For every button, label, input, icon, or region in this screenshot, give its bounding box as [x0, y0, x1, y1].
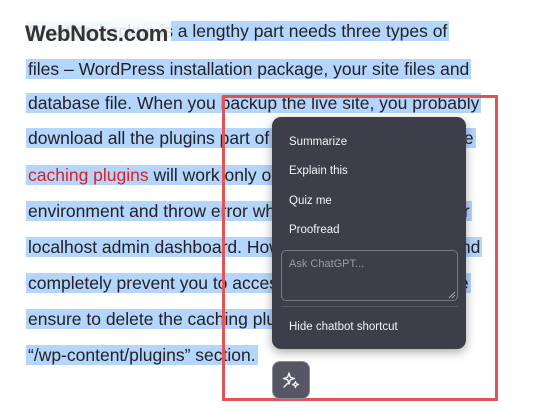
menu-divider: [281, 306, 458, 307]
chatbot-shortcut-button[interactable]: [272, 361, 310, 399]
menu-item-hide-chatbot-shortcut[interactable]: Hide chatbot shortcut: [289, 320, 398, 334]
ask-chatgpt-input[interactable]: [281, 250, 458, 301]
menu-item-quiz-me[interactable]: Quiz me: [289, 194, 332, 208]
menu-item-proofread[interactable]: Proofread: [289, 223, 340, 237]
sparkle-icon: [282, 372, 300, 389]
webnots-logo: WebNots.com: [22, 20, 171, 48]
menu-item-summarize[interactable]: Summarize: [289, 135, 347, 149]
chatgpt-context-menu: Summarize Explain this Quiz me Proofread…: [272, 117, 466, 349]
article-line: files – WordPress installation package, …: [26, 59, 472, 79]
caching-plugins-link[interactable]: caching plugins: [28, 165, 149, 185]
menu-item-explain-this[interactable]: Explain this: [289, 164, 348, 178]
